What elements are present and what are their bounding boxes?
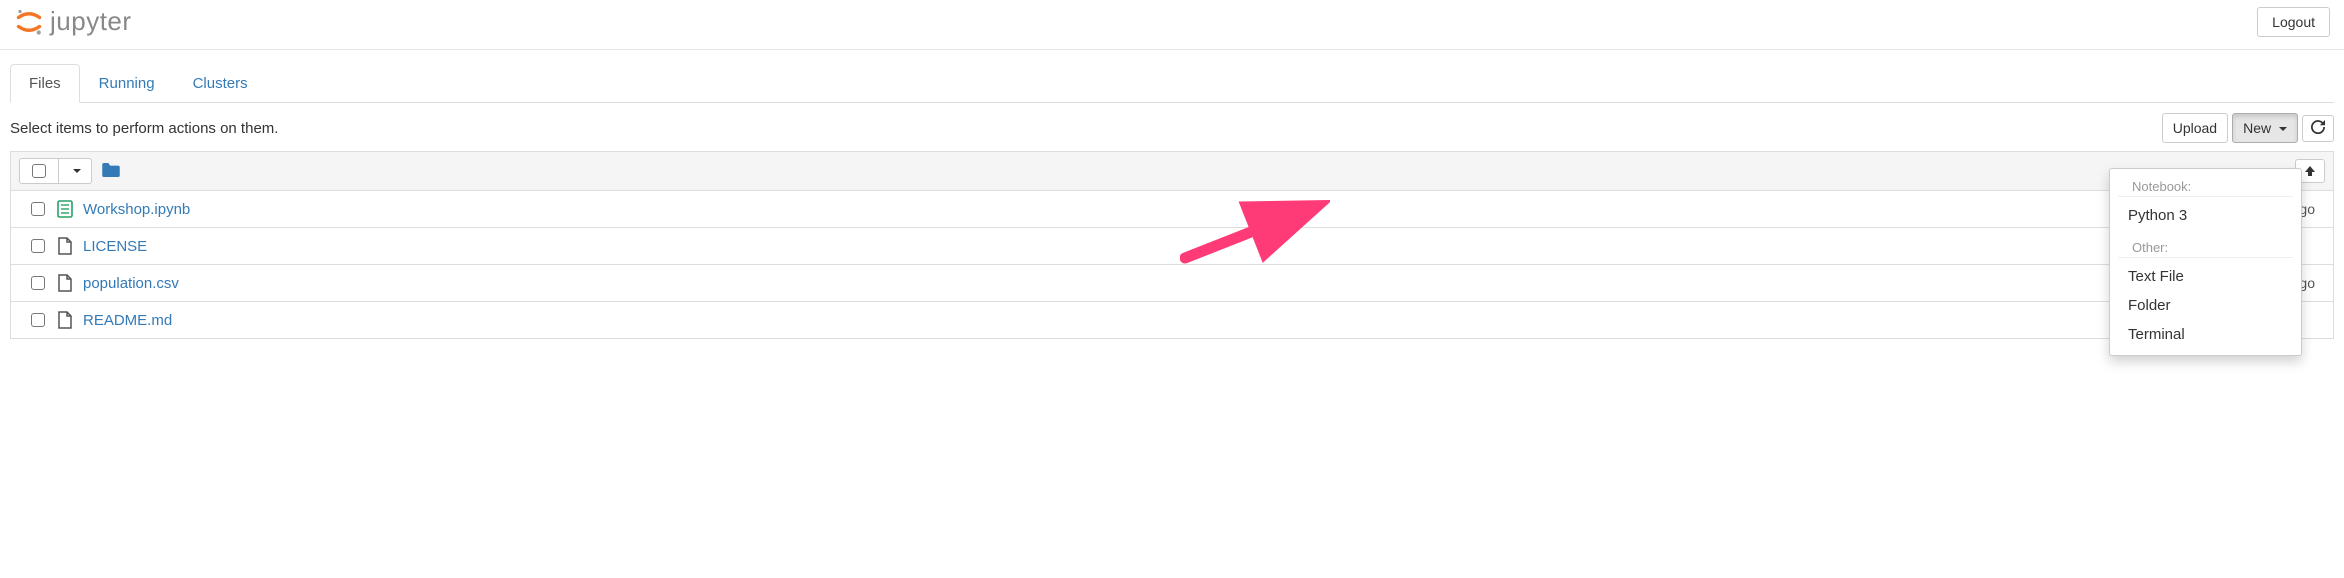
file-type-icon-wrap — [53, 200, 77, 218]
file-list: Workshop.ipynb go LICENSE population.csv… — [10, 191, 2334, 339]
root-folder-icon[interactable] — [102, 163, 120, 180]
file-date: go — [2299, 275, 2321, 291]
select-menu-button[interactable] — [59, 158, 92, 184]
breadcrumb-bar — [10, 151, 2334, 191]
file-row: LICENSE — [10, 228, 2334, 265]
select-all-checkbox[interactable] — [32, 164, 46, 178]
row-checkbox[interactable] — [31, 202, 45, 216]
new-dropdown-menu: Notebook: Python 3 Other: Text File Fold… — [2109, 168, 2302, 356]
tabs-row: Files Running Clusters — [0, 64, 2344, 103]
selection-hint: Select items to perform actions on them. — [10, 120, 278, 137]
file-name-link[interactable]: Workshop.ipynb — [83, 201, 190, 218]
row-checkbox-wrap[interactable] — [23, 202, 53, 216]
file-row: population.csv go — [10, 265, 2334, 302]
jupyter-logo[interactable]: jupyter — [14, 6, 132, 37]
dropdown-header-notebook: Notebook: — [2118, 175, 2293, 197]
refresh-icon — [2311, 120, 2325, 134]
row-checkbox[interactable] — [31, 276, 45, 290]
tab-clusters[interactable]: Clusters — [174, 64, 267, 103]
file-name-link[interactable]: LICENSE — [83, 238, 147, 255]
upload-button[interactable]: Upload — [2162, 113, 2228, 143]
tab-bar: Files Running Clusters — [10, 64, 2334, 103]
dropdown-header-other: Other: — [2118, 236, 2293, 258]
file-type-icon-wrap — [53, 237, 77, 255]
row-checkbox-wrap[interactable] — [23, 276, 53, 290]
file-row: Workshop.ipynb go — [10, 191, 2334, 228]
row-checkbox[interactable] — [31, 239, 45, 253]
file-type-icon-wrap — [53, 311, 77, 329]
row-checkbox[interactable] — [31, 313, 45, 327]
notebook-icon — [57, 200, 73, 218]
file-name-link[interactable]: population.csv — [83, 275, 179, 292]
dropdown-item-textfile[interactable]: Text File — [2110, 262, 2301, 291]
dropdown-item-python3[interactable]: Python 3 — [2110, 201, 2301, 230]
file-icon — [58, 274, 72, 292]
file-icon — [58, 311, 72, 329]
action-buttons: Upload New — [2162, 113, 2334, 143]
dropdown-item-folder[interactable]: Folder — [2110, 291, 2301, 320]
row-checkbox-wrap[interactable] — [23, 239, 53, 253]
file-row: README.md — [10, 302, 2334, 339]
row-checkbox-wrap[interactable] — [23, 313, 53, 327]
jupyter-logo-text: jupyter — [50, 6, 132, 37]
refresh-button[interactable] — [2302, 115, 2334, 142]
file-icon — [58, 237, 72, 255]
new-dropdown-button[interactable]: New — [2232, 113, 2298, 143]
caret-down-icon — [73, 169, 81, 173]
file-type-icon-wrap — [53, 274, 77, 292]
jupyter-logo-icon — [14, 7, 44, 37]
select-all-checkbox-wrap[interactable] — [19, 158, 59, 184]
tab-running[interactable]: Running — [80, 64, 174, 103]
file-date: go — [2299, 201, 2321, 217]
new-button-label: New — [2243, 120, 2271, 136]
action-row: Select items to perform actions on them.… — [0, 103, 2344, 151]
folder-icon — [102, 163, 120, 177]
dropdown-item-terminal[interactable]: Terminal — [2110, 320, 2301, 349]
logout-button[interactable]: Logout — [2257, 7, 2330, 37]
select-all-group — [19, 158, 92, 184]
caret-down-icon — [2279, 127, 2287, 131]
tab-files[interactable]: Files — [10, 64, 80, 103]
app-header: jupyter Logout — [0, 0, 2344, 50]
file-name-link[interactable]: README.md — [83, 312, 172, 329]
arrow-up-icon — [2304, 165, 2316, 177]
